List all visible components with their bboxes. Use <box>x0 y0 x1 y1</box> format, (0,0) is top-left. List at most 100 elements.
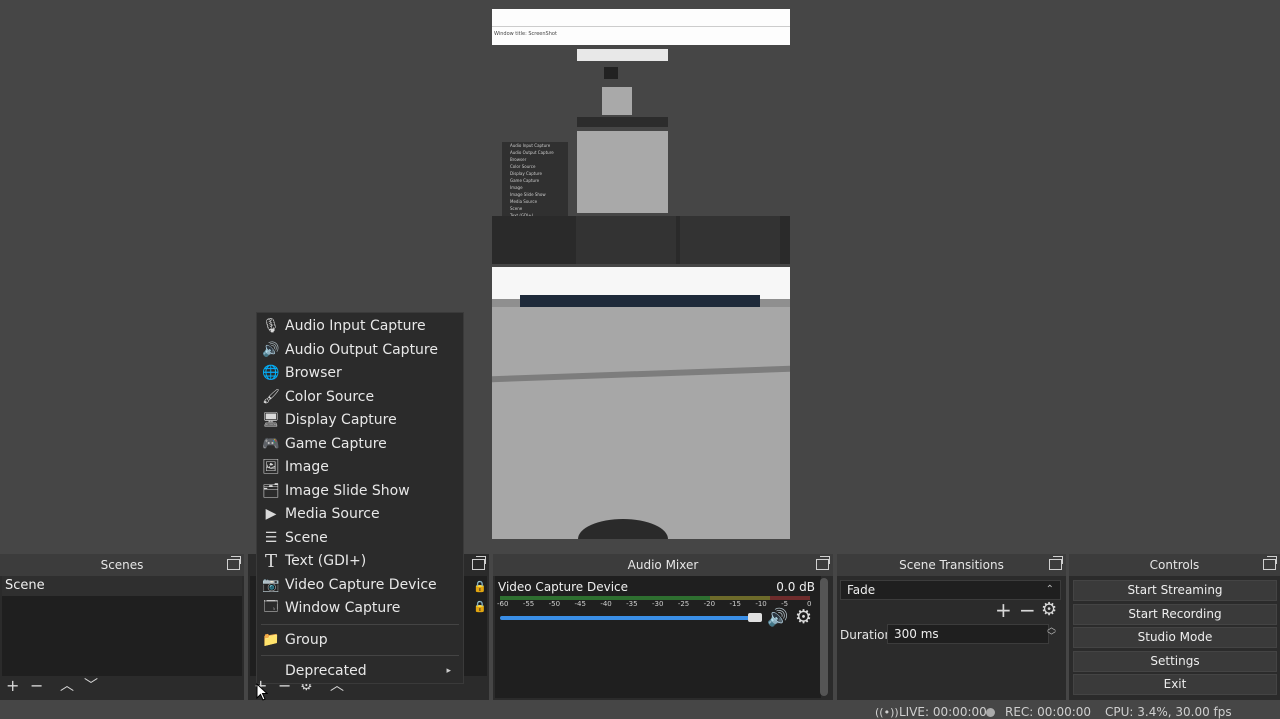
controls-title: Controls <box>1069 554 1280 576</box>
remove-scene-icon[interactable]: − <box>30 678 43 694</box>
preview-browser-bar: Window title: ScreenShot <box>492 9 790 45</box>
preview-nested-camera <box>604 67 618 79</box>
audio-mixer-title: Audio Mixer <box>493 554 833 576</box>
start-recording-button[interactable]: Start Recording <box>1073 604 1277 625</box>
meter-tick-label: -20 <box>703 600 716 608</box>
globe-icon: 🌐 <box>262 365 280 381</box>
menu-separator-2 <box>261 655 459 656</box>
meter-tick-label: -40 <box>600 600 612 608</box>
mixer-gear-icon[interactable]: ⚙ <box>795 606 812 628</box>
transition-select[interactable]: Fade ⌃ <box>840 580 1061 600</box>
menu-separator <box>261 624 459 625</box>
menu-item-scene[interactable]: ☰ Scene <box>257 527 463 549</box>
microphone-icon: 🎙 <box>262 318 280 334</box>
preview-canvas[interactable]: Window title: ScreenShot Audio Input Cap… <box>492 9 790 539</box>
meter-tick-label: -10 <box>755 600 767 608</box>
mixer-scrollbar[interactable] <box>820 578 828 696</box>
preview-camera-image <box>492 307 790 539</box>
volume-slider[interactable] <box>500 616 760 620</box>
image-icon: 🖼 <box>262 459 280 475</box>
duration-input[interactable]: 300 ms <box>887 624 1049 644</box>
duration-label: Duration <box>840 628 893 642</box>
mixer-level-db: 0.0 dB <box>776 580 815 594</box>
camera-icon: 📷 <box>262 577 280 593</box>
scene-transitions-title: Scene Transitions <box>837 554 1066 576</box>
meter-tick-label: -15 <box>729 600 741 608</box>
scene-transitions-dock: Scene Transitions Fade ⌃ + − ⚙ Duration … <box>837 554 1066 700</box>
controls-undock-icon[interactable] <box>1263 556 1277 570</box>
volume-slider-handle[interactable] <box>748 613 762 622</box>
preview-nested-cam <box>577 131 668 213</box>
preview-nested-window <box>577 49 668 61</box>
folder-icon: 📁 <box>262 632 280 648</box>
speaker-icon: 🔊 <box>262 342 280 358</box>
menu-item-window-capture[interactable]: 🗔 Window Capture <box>257 597 463 619</box>
slideshow-icon: 🗂 <box>262 483 280 499</box>
text-icon: T <box>264 550 277 572</box>
settings-button[interactable]: Settings <box>1073 651 1277 672</box>
preview-mini-title: Window title: ScreenShot <box>494 31 557 37</box>
rec-dot-icon <box>986 708 995 717</box>
add-scene-icon[interactable]: + <box>6 678 19 694</box>
live-broadcast-icon: ((•)) <box>875 706 899 719</box>
cpu-status: CPU: 3.4%, 30.00 fps <box>1105 705 1232 719</box>
meter-scale: -60 -55 -50 -45 -40 -35 -30 -25 -20 -15 -10 -5 0 <box>497 600 812 610</box>
meter-tick-label: -25 <box>677 600 690 608</box>
scenes-title: Scenes <box>0 554 244 576</box>
menu-item-display-capture[interactable]: 🖥 Display Capture <box>257 409 463 431</box>
play-icon: ▶ <box>265 506 277 522</box>
source-lock-icon[interactable]: 🔒 <box>473 580 487 593</box>
audio-mixer-dock: Audio Mixer Video Capture Device 0.0 dB … <box>493 554 833 700</box>
move-scene-down-icon[interactable]: ﹀ <box>84 678 98 694</box>
scene-item[interactable]: Scene <box>2 576 242 596</box>
source-lock-icon-2[interactable]: 🔒 <box>473 600 487 613</box>
meter-tick-label: -60 <box>497 600 509 608</box>
duration-stepper-icon[interactable]: ︿ ﹀ <box>1047 624 1056 642</box>
menu-item-game-capture[interactable]: 🎮 Game Capture <box>257 433 463 455</box>
speaker-mute-icon[interactable]: 🔊 <box>767 608 788 628</box>
paintbrush-icon: 🖌 <box>262 389 280 405</box>
scenes-dock: Scenes Scene + − ︿ ﹀ <box>0 554 244 700</box>
monitor-icon: 🖥 <box>262 412 280 428</box>
transitions-undock-icon[interactable] <box>1049 556 1063 570</box>
menu-item-browser[interactable]: 🌐 Browser <box>257 362 463 384</box>
meter-tick-label: -5 <box>781 600 789 608</box>
list-icon: ☰ <box>264 530 278 546</box>
submenu-arrow-icon: ▸ <box>446 666 451 676</box>
meter-tick-label: -35 <box>626 600 638 608</box>
add-transition-icon[interactable]: + <box>995 600 1012 620</box>
preview-nested-docks <box>492 216 790 264</box>
menu-item-media-source[interactable]: ▶ Media Source <box>257 503 463 525</box>
scenes-undock-icon[interactable] <box>227 556 241 570</box>
menu-item-group[interactable]: 📁 Group <box>257 629 463 651</box>
menu-item-image[interactable]: 🖼 Image <box>257 456 463 478</box>
mouse-cursor-icon <box>256 683 268 701</box>
move-scene-up-icon[interactable]: ︿ <box>60 678 74 694</box>
menu-item-color-source[interactable]: 🖌 Color Source <box>257 386 463 408</box>
meter-tick-label: -30 <box>652 600 664 608</box>
duration-value: 300 ms <box>894 627 939 641</box>
exit-button[interactable]: Exit <box>1073 674 1277 695</box>
preview-nested-small <box>602 87 632 115</box>
menu-item-audio-input-capture[interactable]: 🎙 Audio Input Capture <box>257 315 463 337</box>
mixer-channel-name: Video Capture Device <box>498 580 629 594</box>
window-icon: 🗔 <box>263 599 279 615</box>
studio-mode-button[interactable]: Studio Mode <box>1073 627 1277 648</box>
mixer-panel: Video Capture Device 0.0 dB -60 -55 -50 -45… <box>495 576 821 698</box>
menu-item-deprecated[interactable]: Deprecated ▸ <box>257 660 463 682</box>
start-streaming-button[interactable]: Start Streaming <box>1073 580 1277 601</box>
menu-item-image-slide-show[interactable]: 🗂 Image Slide Show <box>257 480 463 502</box>
transition-gear-icon[interactable]: ⚙ <box>1041 601 1057 619</box>
select-arrows-icon: ⌃ <box>1045 584 1054 595</box>
menu-item-text-gdi[interactable]: T Text (GDI+) <box>257 550 463 572</box>
preview-taskbar <box>520 295 760 307</box>
sources-undock-icon[interactable] <box>472 556 486 570</box>
remove-transition-icon[interactable]: − <box>1019 600 1036 620</box>
menu-item-video-capture-device[interactable]: 📷 Video Capture Device <box>257 574 463 596</box>
rec-status: REC: 00:00:00 <box>1005 705 1092 719</box>
add-source-context-menu: 🎙 Audio Input Capture 🔊 Audio Output Captu… <box>256 312 464 684</box>
mixer-undock-icon[interactable] <box>816 556 830 570</box>
meter-tick-label: -50 <box>548 600 561 608</box>
scenes-list[interactable]: Scene <box>2 576 242 676</box>
menu-item-audio-output-capture[interactable]: 🔊 Audio Output Capture <box>257 339 463 361</box>
